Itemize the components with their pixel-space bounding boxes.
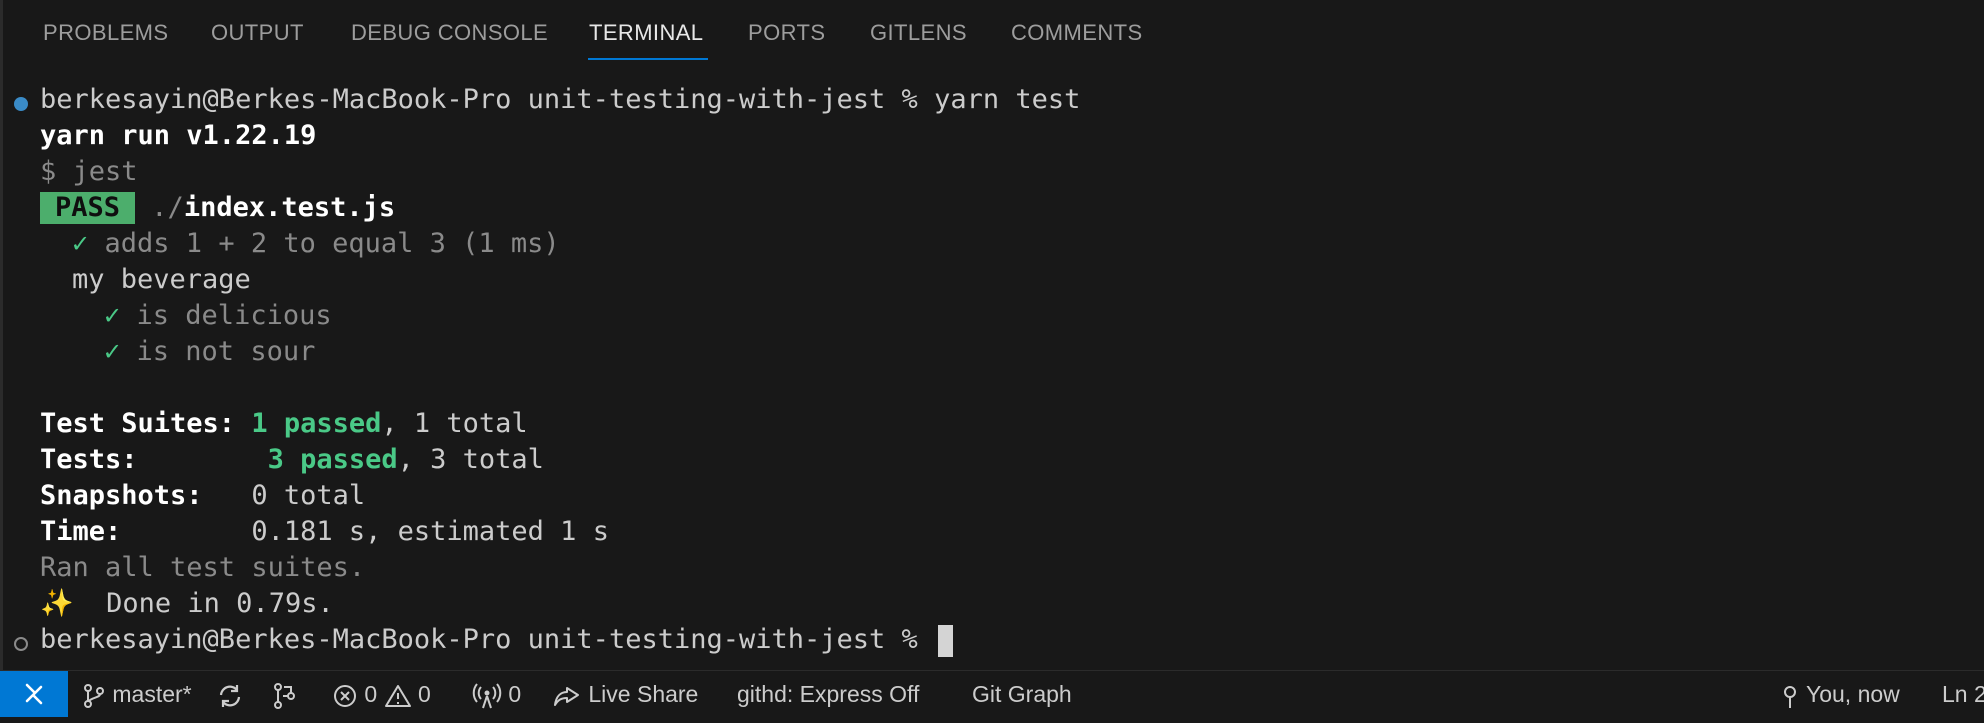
test-file-name: index.test.js (183, 192, 396, 223)
prompt: berkesayin@Berkes-MacBook-Pro unit-testi… (40, 84, 918, 115)
terminal-line-prompt[interactable]: berkesayin@Berkes-MacBook-Pro unit-testi… (40, 622, 954, 658)
ports-count: 0 (508, 681, 522, 707)
summary-tests: Tests: 3 passed, 3 total (40, 442, 544, 478)
prompt: berkesayin@Berkes-MacBook-Pro unit-testi… (40, 624, 918, 655)
terminal-cursor (938, 624, 954, 657)
git-branch-icon (84, 683, 104, 708)
snapshots-value: 0 total (251, 480, 366, 511)
test-name: is not sour (136, 336, 316, 367)
jest-command-line: $ jest (40, 156, 138, 187)
error-count: 0 (364, 681, 378, 707)
ports-indicator[interactable]: 0 (472, 671, 521, 717)
error-icon (334, 684, 356, 707)
live-share-label: Live Share (588, 681, 699, 707)
time-label: Time: (40, 516, 122, 547)
status-bar: master* 0 0 0 Live Share githd: Express … (0, 670, 1984, 717)
tab-output[interactable]: OUTPUT (211, 20, 304, 50)
summary-suites: Test Suites: 1 passed, 1 total (40, 406, 528, 442)
ran-all-line: Ran all test suites. (40, 552, 366, 583)
describe-group: my beverage (72, 264, 251, 295)
command-pending-decoration[interactable] (14, 637, 28, 651)
sync-icon (219, 684, 241, 707)
tab-gitlens[interactable]: GITLENS (870, 20, 967, 50)
git-compare-icon (274, 682, 295, 709)
check-icon: ✓ (72, 228, 89, 259)
remote-indicator[interactable] (0, 671, 68, 717)
panel-tab-bar: PROBLEMS OUTPUT DEBUG CONSOLE TERMINAL P… (0, 0, 1984, 64)
git-commit-icon (1784, 685, 1796, 708)
branch-indicator[interactable]: master* (82, 671, 192, 717)
remote-icon (25, 683, 43, 705)
problems-indicator[interactable]: 0 0 (332, 671, 431, 717)
tab-terminal[interactable]: TERMINAL (587, 20, 709, 60)
tab-comments[interactable]: COMMENTS (1011, 20, 1143, 50)
live-share-button[interactable]: Live Share (552, 671, 698, 717)
warning-count: 0 (417, 681, 431, 707)
tests-label: Tests: (40, 444, 138, 475)
suites-passed: 1 passed (251, 408, 382, 439)
source-control-graph-button[interactable] (272, 671, 298, 717)
warning-icon (384, 684, 411, 707)
suites-label: Test Suites: (40, 408, 236, 439)
live-share-icon (554, 686, 579, 706)
githd-status[interactable]: githd: Express Off (737, 671, 919, 717)
summary-snapshots: Snapshots: 0 total (40, 478, 365, 514)
test-result-1: ✓ adds 1 + 2 to equal 3 (1 ms) (72, 226, 560, 262)
broadcast-icon (472, 683, 502, 709)
tab-problems[interactable]: PROBLEMS (43, 20, 168, 50)
blame-indicator[interactable]: You, now (1780, 671, 1900, 717)
command-text: yarn test (934, 84, 1081, 115)
test-name: adds 1 + 2 to equal 3 (1 ms) (104, 228, 560, 259)
done-line: ✨ Done in 0.79s. (40, 586, 334, 622)
yarn-version-line: yarn run v1.22.19 (40, 120, 317, 151)
command-success-decoration[interactable] (14, 97, 28, 111)
time-value: 0.181 s, estimated 1 s (251, 516, 609, 547)
tab-ports[interactable]: PORTS (748, 20, 825, 50)
suites-total: , 1 total (381, 408, 528, 439)
pass-badge: PASS (40, 192, 136, 224)
blame-text: You, now (1805, 681, 1900, 707)
test-result-3: ✓ is not sour (104, 334, 315, 370)
file-dir: ./ (151, 192, 184, 223)
summary-time: Time: 0.181 s, estimated 1 s (40, 514, 609, 550)
snapshots-label: Snapshots: (40, 480, 203, 511)
done-text: Done in 0.79s. (106, 588, 334, 619)
check-icon: ✓ (104, 336, 121, 367)
terminal-output[interactable]: berkesayin@Berkes-MacBook-Pro unit-testi… (0, 84, 1984, 666)
sync-button[interactable] (216, 671, 244, 717)
branch-name: master* (112, 681, 192, 707)
tests-total: , 3 total (397, 444, 544, 475)
tab-debug-console[interactable]: DEBUG CONSOLE (351, 20, 548, 50)
terminal-line-command: berkesayin@Berkes-MacBook-Pro unit-testi… (40, 82, 1080, 118)
check-icon: ✓ (104, 300, 121, 331)
cursor-position[interactable]: Ln 2 (1942, 671, 1984, 717)
pass-line: PASS ./index.test.js (40, 190, 395, 226)
test-result-2: ✓ is delicious (104, 298, 332, 334)
git-graph-button[interactable]: Git Graph (972, 671, 1072, 717)
sparkles-icon: ✨ (40, 588, 74, 619)
tests-passed: 3 passed (267, 444, 398, 475)
test-name: is delicious (136, 300, 332, 331)
